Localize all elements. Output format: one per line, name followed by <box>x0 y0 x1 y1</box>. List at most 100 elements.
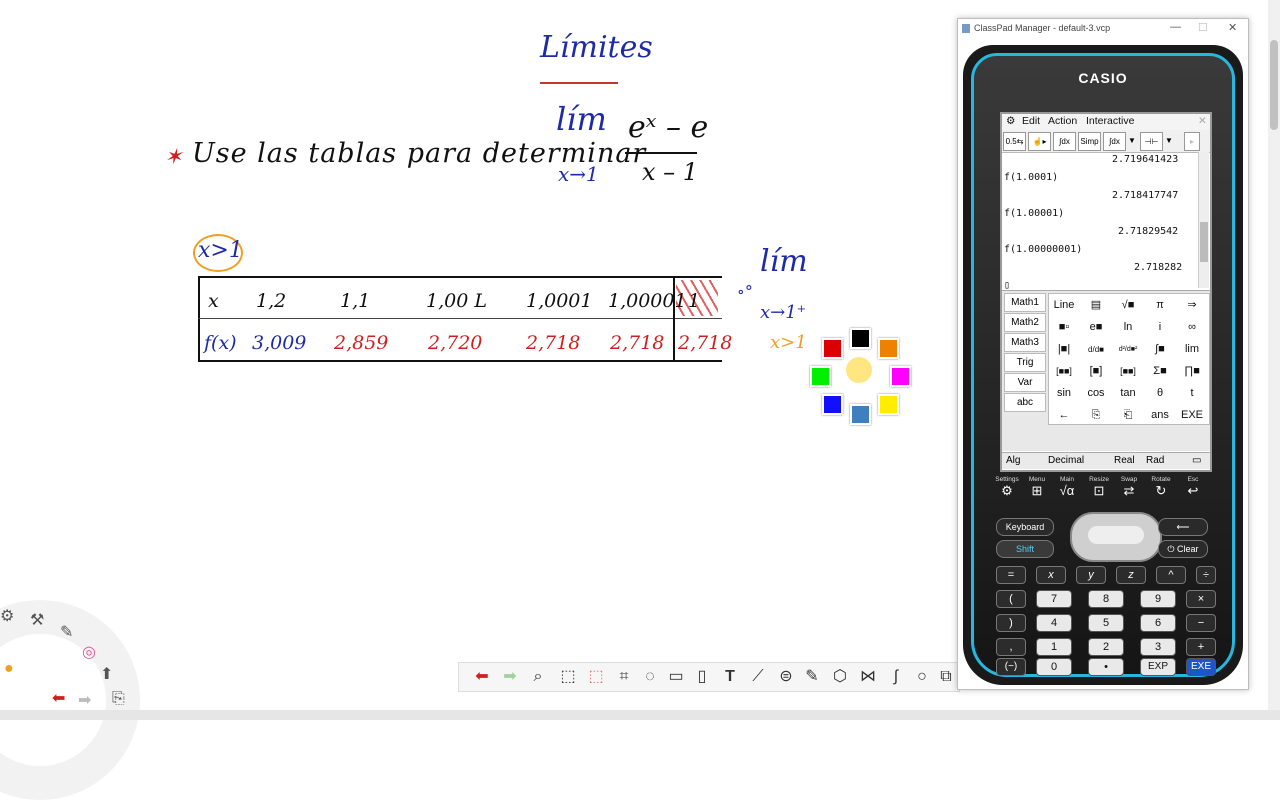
key-vector[interactable]: [■] <box>1081 362 1111 381</box>
maximize-button[interactable]: ☐ <box>1198 21 1208 34</box>
history-input[interactable]: f(1.00001) <box>1004 208 1064 219</box>
magic-select-icon[interactable]: ◌ <box>639 666 661 688</box>
settings-menu-icon[interactable]: ⚙ <box>1006 115 1015 127</box>
history-input[interactable]: f(1.00000001) <box>1004 244 1082 255</box>
tab-math1[interactable]: Math1 <box>1004 293 1046 312</box>
scroll-right-icon[interactable]: ▸ <box>1184 132 1200 151</box>
key-multiply[interactable]: × <box>1186 590 1216 608</box>
redo-icon[interactable]: ➡ <box>78 690 91 710</box>
undo-arrow-icon[interactable]: ⬅ <box>471 666 493 688</box>
window-titlebar[interactable]: ClassPad Manager - default-3.vcp — ☐ ✕ <box>958 19 1248 39</box>
settings-softkey[interactable]: Settings ⚙ <box>992 476 1022 499</box>
close-button[interactable]: ✕ <box>1228 21 1237 34</box>
key-ans[interactable]: ans <box>1145 406 1175 425</box>
key-infinity[interactable]: ∞ <box>1177 318 1207 337</box>
color-swatch-blue[interactable] <box>822 394 843 415</box>
key-line[interactable]: Line <box>1049 296 1079 315</box>
key-y[interactable]: y <box>1076 566 1106 584</box>
page-scrollbar[interactable] <box>1268 0 1280 710</box>
key-power[interactable]: ■▫ <box>1049 318 1079 337</box>
tab-var[interactable]: Var <box>1004 373 1046 392</box>
menu-softkey[interactable]: Menu ⊞ <box>1022 476 1052 499</box>
settings-icon[interactable]: ⚙ <box>0 606 14 626</box>
key-matrix-2[interactable]: [■■] <box>1113 362 1143 381</box>
shapes3d-icon[interactable]: ⬡ <box>829 666 851 688</box>
key-close-paren[interactable]: ) <box>996 614 1026 632</box>
tab-trig[interactable]: Trig <box>1004 353 1046 372</box>
copy-icon[interactable]: ⧉ <box>935 666 957 688</box>
tab-math2[interactable]: Math2 <box>1004 313 1046 332</box>
key-ln[interactable]: ln <box>1113 318 1143 337</box>
undo-icon[interactable]: ⬅ <box>52 688 65 708</box>
key-equals[interactable]: = <box>996 566 1026 584</box>
search-icon[interactable]: ⌕ <box>527 666 549 688</box>
key-exe-soft[interactable]: EXE <box>1177 406 1207 425</box>
graph-button[interactable]: ⊣⊢ <box>1140 132 1163 151</box>
crop-icon[interactable]: ⌗ <box>613 666 635 688</box>
key-2[interactable]: 2 <box>1088 638 1124 656</box>
key-4[interactable]: 4 <box>1036 614 1072 632</box>
key-second-derivative[interactable]: d²/d■² <box>1113 340 1143 359</box>
key-divide[interactable]: ÷ <box>1196 566 1216 584</box>
eraser-icon[interactable]: ▯ <box>691 666 713 688</box>
key-derivative[interactable]: d/d■ <box>1081 340 1111 359</box>
key-exp[interactable]: e■ <box>1081 318 1111 337</box>
key-0[interactable]: 0 <box>1036 658 1072 676</box>
redo-arrow-icon[interactable]: ➡ <box>499 666 521 688</box>
simp-button[interactable]: Simp <box>1078 132 1101 151</box>
ruler-icon[interactable]: ⟋ <box>747 666 769 688</box>
color-swatch-black[interactable] <box>850 328 871 349</box>
key-abs[interactable]: |■| <box>1049 340 1079 359</box>
tab-math3[interactable]: Math3 <box>1004 333 1046 352</box>
text-icon[interactable]: T <box>719 666 741 688</box>
color-swatch-green[interactable] <box>810 366 831 387</box>
measure-icon[interactable]: ⋈ <box>857 666 879 688</box>
color-swatch-red[interactable] <box>822 338 843 359</box>
key-product[interactable]: ∏■ <box>1177 362 1207 381</box>
pen-tool-icon[interactable]: ✎ <box>801 666 823 688</box>
derivative-button[interactable]: ∫dx <box>1103 132 1126 151</box>
dropdown-icon[interactable]: ▼ <box>1127 132 1137 149</box>
key-6[interactable]: 6 <box>1140 614 1176 632</box>
rotate-softkey[interactable]: Rotate ↻ <box>1146 476 1176 499</box>
key-cos[interactable]: cos <box>1081 384 1111 403</box>
key-integral[interactable]: ∫■ <box>1145 340 1175 359</box>
key-implies[interactable]: ⇒ <box>1177 296 1207 315</box>
hammer-icon[interactable]: ⚒ <box>30 610 44 630</box>
key-3[interactable]: 3 <box>1140 638 1176 656</box>
screen-close-icon[interactable]: ✕ <box>1198 115 1207 127</box>
screen-scrollbar[interactable] <box>1198 152 1209 288</box>
lasso-icon[interactable]: ⬚ <box>585 666 607 688</box>
cursor-pad[interactable] <box>1070 512 1162 562</box>
cursor-pad-center[interactable] <box>1088 526 1144 544</box>
key-8[interactable]: 8 <box>1088 590 1124 608</box>
swap-softkey[interactable]: Swap ⇄ <box>1114 476 1144 499</box>
key-theta[interactable]: θ <box>1145 384 1175 403</box>
history-input[interactable]: f(1.0001) <box>1004 172 1058 183</box>
clear-button[interactable]: ⏻ Clear <box>1158 540 1208 558</box>
menu-action[interactable]: Action <box>1048 115 1077 127</box>
key-negative[interactable]: (−) <box>996 658 1026 676</box>
tab-abc[interactable]: abc <box>1004 393 1046 412</box>
status-mode[interactable]: Alg <box>1006 455 1020 466</box>
color-wheel-icon[interactable]: ◎ <box>82 642 96 662</box>
fraction-toggle-button[interactable]: 0.5⇆ <box>1003 132 1026 151</box>
scrollbar-thumb[interactable] <box>1270 40 1278 130</box>
key-t[interactable]: t <box>1177 384 1207 403</box>
color-swatch-magenta[interactable] <box>890 366 911 387</box>
key-tan[interactable]: tan <box>1113 384 1143 403</box>
cursor-icon[interactable]: ⬆ <box>100 664 113 684</box>
key-lim[interactable]: lim <box>1177 340 1207 359</box>
shape-icon[interactable]: ▭ <box>665 666 687 688</box>
key-9[interactable]: 9 <box>1140 590 1176 608</box>
status-rad[interactable]: Rad <box>1146 455 1164 466</box>
key-sum[interactable]: Σ■ <box>1145 362 1175 381</box>
key-7[interactable]: 7 <box>1036 590 1072 608</box>
key-matrix[interactable]: [■■] <box>1049 362 1079 381</box>
key-exp[interactable]: EXP <box>1140 658 1176 676</box>
key-z[interactable]: z <box>1116 566 1146 584</box>
key-x[interactable]: x <box>1036 566 1066 584</box>
minimize-button[interactable]: — <box>1170 21 1181 33</box>
color-swatch-steelblue[interactable] <box>850 404 871 425</box>
key-5[interactable]: 5 <box>1088 614 1124 632</box>
